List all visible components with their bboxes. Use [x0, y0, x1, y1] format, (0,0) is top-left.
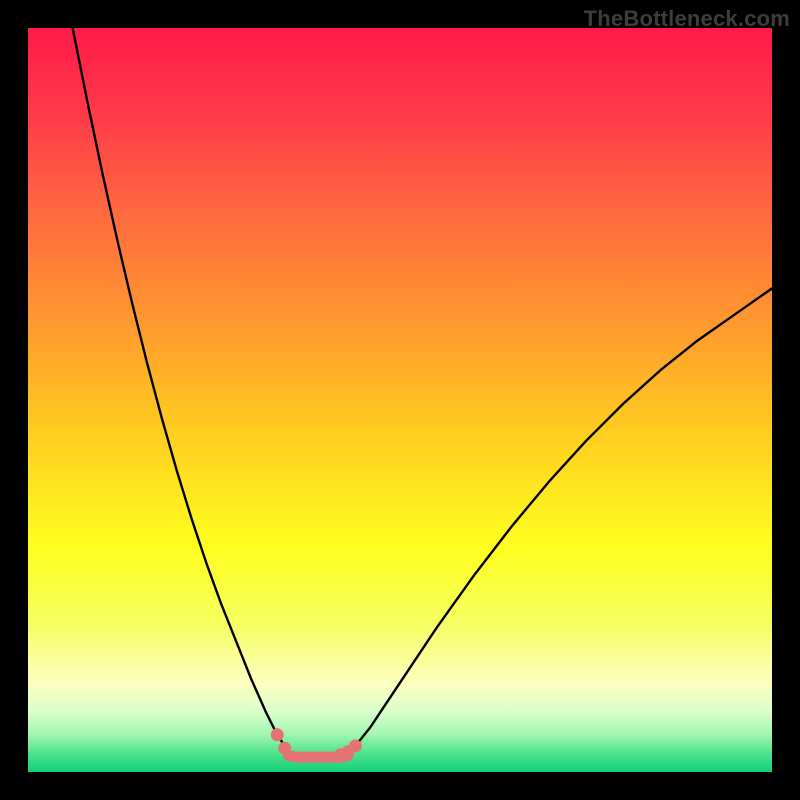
chart-svg: [28, 28, 772, 772]
valley-dot-right-c: [349, 739, 362, 752]
gradient-background: [28, 28, 772, 772]
chart-plot-area: [28, 28, 772, 772]
valley-dot-left: [278, 742, 291, 755]
chart-frame: TheBottleneck.com: [0, 0, 800, 800]
valley-dot-left-up: [271, 728, 284, 741]
